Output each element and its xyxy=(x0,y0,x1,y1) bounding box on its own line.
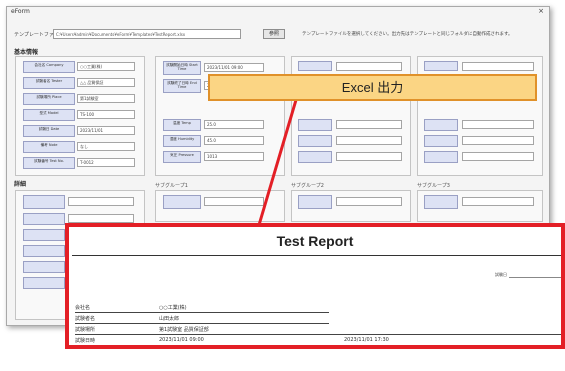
report-value-company: ○○工業(株) xyxy=(159,305,187,311)
report-value-tester: 山田太郎 xyxy=(159,316,180,322)
excel-output-callout: Excel 出力 xyxy=(208,74,537,101)
report-row-line xyxy=(75,312,329,313)
report-label-company: 会社名 xyxy=(75,305,91,311)
report-value-end: 2023/11/01 17:30 xyxy=(344,337,389,343)
report-label-place: 試験場所 xyxy=(75,327,96,333)
report-label-datetime: 試験日時 xyxy=(75,338,96,344)
report-row-line xyxy=(75,323,329,324)
excel-report-preview: Test Report 試験日 会社名 ○○工業(株) 試験者名 山田太郎 試験… xyxy=(65,223,565,349)
report-value-place: 第1試験室 品質保証部 xyxy=(159,327,209,333)
connector-line xyxy=(257,99,298,226)
report-row-line xyxy=(75,334,561,335)
report-label-tester: 試験者名 xyxy=(75,316,96,322)
report-divider xyxy=(72,255,561,256)
report-row-line xyxy=(75,345,561,346)
report-title: Test Report xyxy=(276,233,354,249)
report-date-label: 試験日 xyxy=(495,272,507,277)
report-value-start: 2023/11/01 09:00 xyxy=(159,337,204,343)
report-date-line xyxy=(509,277,561,278)
